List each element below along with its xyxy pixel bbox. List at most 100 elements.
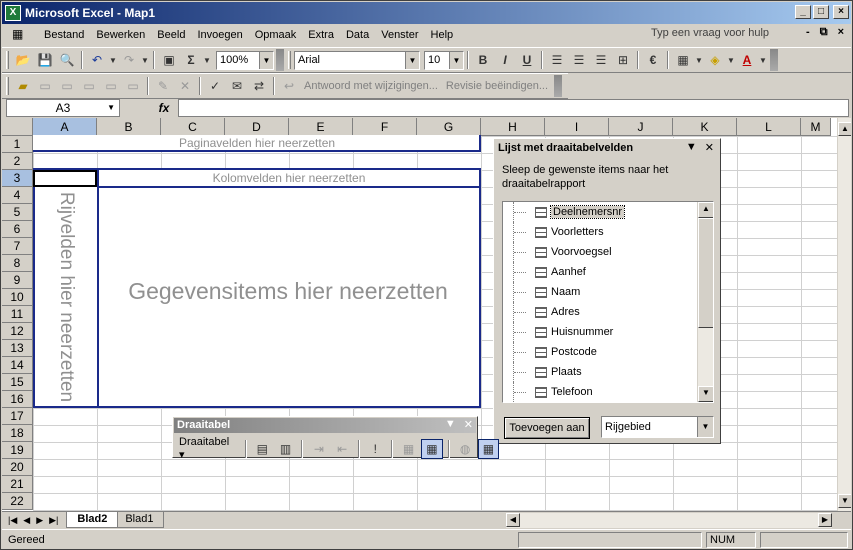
zoom-select[interactable]: 100% ▼ — [216, 50, 274, 70]
pivot-toolbar-menu-icon[interactable]: ▼ — [445, 418, 456, 431]
horizontal-scrollbar[interactable]: ◀ ▶ — [506, 513, 832, 528]
document-icon[interactable]: ▦ — [12, 27, 30, 43]
excel-app-icon[interactable]: X — [5, 5, 21, 21]
italic-button[interactable]: I — [494, 50, 516, 70]
undo-dropdown-icon[interactable]: ▼ — [108, 50, 118, 70]
row-header-19[interactable]: 19 — [2, 442, 33, 459]
align-right-icon[interactable]: ☰ — [590, 50, 612, 70]
row-header-3[interactable]: 3 — [2, 170, 33, 187]
row-header-2[interactable]: 2 — [2, 153, 33, 170]
column-header-f[interactable]: F — [353, 118, 417, 136]
pivot-toolbar-close-icon[interactable]: ✕ — [464, 418, 473, 431]
show-field-list-icon[interactable]: ▦ — [477, 438, 500, 459]
pivot-menu-button[interactable]: Draaitabel ▾ — [175, 436, 240, 461]
first-sheet-icon[interactable]: |◀ — [8, 515, 17, 526]
menu-beeld[interactable]: Beeld — [151, 25, 191, 45]
align-left-icon[interactable]: ☰ — [546, 50, 568, 70]
ask-question-input[interactable]: Typ een vraag voor hulp — [651, 27, 779, 43]
borders-icon[interactable]: ▦ — [672, 50, 694, 70]
title-bar[interactable]: X Microsoft Excel - Map1 _ □ × — [2, 2, 851, 24]
merge-center-icon[interactable]: ⊞ — [612, 50, 634, 70]
tab-blad1[interactable]: Blad1 — [114, 512, 165, 528]
prev-comment-icon[interactable]: ▭ — [56, 76, 78, 96]
format-report-icon[interactable]: ▤ — [252, 439, 273, 459]
field-item[interactable]: Adres — [503, 302, 699, 322]
minimize-button[interactable]: _ — [795, 5, 811, 19]
column-header-l[interactable]: L — [737, 118, 801, 136]
scroll-left-icon[interactable]: ◀ — [506, 513, 520, 527]
field-item[interactable]: Huisnummer — [503, 322, 699, 342]
column-header-i[interactable]: I — [545, 118, 609, 136]
research-icon[interactable]: ▣ — [158, 50, 180, 70]
vertical-scrollbar[interactable]: ▲ ▼ — [837, 118, 851, 511]
redo-icon[interactable]: ↷ — [118, 50, 140, 70]
field-item[interactable]: Deelnemersnr — [503, 202, 699, 222]
last-sheet-icon[interactable]: ▶| — [49, 515, 58, 526]
row-fields-area[interactable]: Rijvelden hier neerzetten — [48, 186, 84, 408]
insert-function-icon[interactable]: fx — [150, 101, 178, 115]
toolbar-grip[interactable] — [288, 51, 291, 69]
track-changes-icon[interactable]: ✓ — [204, 76, 226, 96]
refresh-data-icon[interactable]: ! — [365, 439, 386, 459]
toolbar-options-icon[interactable] — [554, 75, 563, 97]
bold-button[interactable]: B — [472, 50, 494, 70]
scroll-up-icon[interactable]: ▲ — [698, 202, 713, 218]
formula-input[interactable] — [178, 99, 849, 117]
pane-menu-icon[interactable]: ▼ — [686, 141, 697, 154]
show-comment-icon[interactable]: ▭ — [100, 76, 122, 96]
scroll-down-icon[interactable]: ▼ — [698, 386, 713, 402]
show-detail-icon[interactable]: ⇤ — [331, 439, 352, 459]
toolbar-grip[interactable] — [6, 77, 9, 95]
doc-restore-button[interactable]: ⧉ — [820, 26, 828, 39]
next-sheet-icon[interactable]: ▶ — [36, 515, 43, 526]
row-header-10[interactable]: 10 — [2, 289, 33, 306]
column-header-a[interactable]: A — [33, 118, 97, 136]
field-item[interactable]: Naam — [503, 282, 699, 302]
chevron-down-icon[interactable]: ▼ — [697, 417, 713, 437]
column-header-d[interactable]: D — [225, 118, 289, 136]
row-header-17[interactable]: 17 — [2, 408, 33, 425]
doc-close-button[interactable]: × — [838, 26, 844, 39]
maximize-button[interactable]: □ — [813, 5, 829, 19]
reply-icon[interactable]: ↩ — [278, 76, 300, 96]
font-size-select[interactable]: 10 ▼ — [424, 50, 464, 70]
scroll-thumb[interactable] — [698, 218, 713, 328]
font-color-icon[interactable]: A — [736, 50, 758, 70]
menu-extra[interactable]: Extra — [302, 25, 340, 45]
row-header-1[interactable]: 1 — [2, 136, 33, 153]
redo-dropdown-icon[interactable]: ▼ — [140, 50, 150, 70]
column-header-g[interactable]: G — [417, 118, 481, 136]
open-icon[interactable]: 📂 — [12, 50, 34, 70]
field-settings-icon[interactable]: ◍ — [455, 439, 476, 459]
scroll-right-icon[interactable]: ▶ — [818, 513, 832, 527]
doc-minimize-button[interactable]: - — [806, 26, 810, 39]
underline-button[interactable]: U — [516, 50, 538, 70]
hide-detail-icon[interactable]: ⇥ — [308, 439, 329, 459]
next-comment-icon[interactable]: ▭ — [78, 76, 100, 96]
print-preview-icon[interactable]: 🔍 — [56, 50, 78, 70]
field-list-scrollbar[interactable]: ▲ ▼ — [697, 202, 713, 402]
row-header-21[interactable]: 21 — [2, 476, 33, 493]
pane-close-icon[interactable]: ✕ — [705, 141, 714, 154]
chevron-down-icon[interactable]: ▼ — [405, 51, 419, 69]
menu-opmaak[interactable]: Opmaak — [249, 25, 303, 45]
prev-sheet-icon[interactable]: ◀ — [23, 515, 30, 526]
row-header-5[interactable]: 5 — [2, 204, 33, 221]
menu-invoegen[interactable]: Invoegen — [191, 25, 248, 45]
align-center-icon[interactable]: ☰ — [568, 50, 590, 70]
always-display-icon[interactable]: ▦ — [421, 438, 443, 459]
font-color-dropdown-icon[interactable]: ▼ — [758, 50, 768, 70]
chevron-down-icon[interactable]: ▼ — [259, 51, 273, 69]
row-header-8[interactable]: 8 — [2, 255, 33, 272]
field-list[interactable]: ▲ ▼ Deelnemersnr Voorletters Voorvoegsel Aa… — [502, 201, 714, 403]
chevron-down-icon[interactable]: ▼ — [449, 51, 463, 69]
borders-dropdown-icon[interactable]: ▼ — [694, 50, 704, 70]
toolbar-options-icon[interactable] — [770, 49, 778, 71]
autosum-icon[interactable]: Σ — [180, 50, 202, 70]
column-header-m[interactable]: M — [801, 118, 831, 136]
reply-with-changes-button[interactable]: Antwoord met wijzigingen... — [300, 80, 442, 92]
row-header-12[interactable]: 12 — [2, 323, 33, 340]
menu-bestand[interactable]: Bestand — [38, 25, 90, 45]
tab-blad2[interactable]: Blad2 — [66, 512, 119, 528]
row-header-4[interactable]: 4 — [2, 187, 33, 204]
